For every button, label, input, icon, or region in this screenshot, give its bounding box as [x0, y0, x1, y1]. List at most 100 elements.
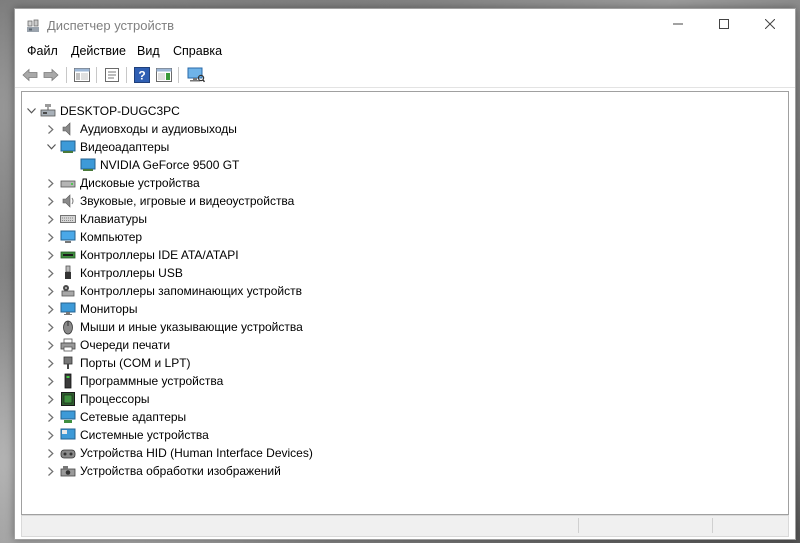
menu-bar: Файл Действие Вид Справка: [15, 42, 795, 62]
chevron-down-icon[interactable]: [44, 140, 58, 154]
action-pane-icon: [156, 68, 172, 82]
back-button[interactable]: [21, 66, 39, 84]
chevron-right-icon[interactable]: [44, 266, 58, 280]
toolbar: ?: [15, 63, 795, 88]
menu-help[interactable]: Справка: [171, 44, 224, 58]
tree-category-storage-controllers[interactable]: Контроллеры запоминающих устройств: [44, 282, 302, 300]
chevron-right-icon[interactable]: [44, 302, 58, 316]
help-button[interactable]: ?: [133, 66, 151, 84]
tree-category-network-adapters[interactable]: Сетевые адаптеры: [44, 408, 186, 426]
window-title: Диспетчер устройств: [47, 18, 175, 33]
properties-button[interactable]: [103, 66, 121, 84]
minimize-button[interactable]: [655, 9, 701, 39]
tree-category-disk-drives[interactable]: Дисковые устройства: [44, 174, 200, 192]
chevron-right-icon[interactable]: [44, 392, 58, 406]
tree-category-ports[interactable]: Порты (COM и LPT): [44, 354, 191, 372]
toolbar-separator: [178, 67, 179, 83]
computer-name-label: DESKTOP-DUGC3PC: [60, 104, 180, 118]
display-adapter-icon: [80, 157, 96, 173]
category-label: Клавиатуры: [80, 212, 147, 226]
tree-category-print-queues[interactable]: Очереди печати: [44, 336, 170, 354]
device-tree[interactable]: DESKTOP-DUGC3PC Аудиовходы и аудиовыходы…: [21, 91, 789, 515]
chevron-right-icon[interactable]: [44, 464, 58, 478]
category-label: Компьютер: [80, 230, 143, 244]
chevron-right-icon[interactable]: [44, 284, 58, 298]
category-label: Контроллеры IDE ATA/ATAPI: [80, 248, 239, 262]
keyboard-icon: [60, 211, 76, 227]
software-device-icon: [60, 373, 76, 389]
chevron-right-icon[interactable]: [44, 176, 58, 190]
status-bar-divider: [712, 518, 713, 533]
usb-icon: [60, 265, 76, 281]
tree-category-mice[interactable]: Мыши и иные указывающие устройства: [44, 318, 303, 336]
tree-category-computer[interactable]: Компьютер: [44, 228, 142, 246]
mouse-icon: [60, 319, 76, 335]
show-hide-console-tree-icon: [74, 68, 90, 82]
scan-hardware-button[interactable]: [187, 66, 205, 84]
maximize-button[interactable]: [701, 9, 747, 39]
menu-file[interactable]: Файл: [25, 44, 60, 58]
properties-icon: [105, 68, 119, 82]
tree-category-system-devices[interactable]: Системные устройства: [44, 426, 209, 444]
chevron-down-icon[interactable]: [24, 104, 38, 118]
monitor-icon: [60, 301, 76, 317]
chevron-right-icon[interactable]: [44, 428, 58, 442]
category-label: Системные устройства: [80, 428, 209, 442]
tree-device-nvidia-geforce[interactable]: NVIDIA GeForce 9500 GT: [64, 156, 239, 174]
show-hide-console-tree-button[interactable]: [73, 66, 91, 84]
tree-root-row[interactable]: DESKTOP-DUGC3PC: [24, 102, 180, 120]
device-manager-app-icon: [25, 18, 41, 34]
chevron-right-icon[interactable]: [44, 248, 58, 262]
menu-action[interactable]: Действие: [69, 44, 128, 58]
menu-view[interactable]: Вид: [135, 44, 162, 58]
display-adapter-icon: [60, 139, 76, 155]
tree-category-imaging-devices[interactable]: Устройства обработки изображений: [44, 462, 281, 480]
category-label: Программные устройства: [80, 374, 224, 388]
chevron-right-icon[interactable]: [44, 194, 58, 208]
device-manager-window: Диспетчер устройств Файл Действие Вид Сп…: [14, 8, 796, 540]
chevron-right-icon[interactable]: [44, 446, 58, 460]
chevron-right-icon[interactable]: [44, 338, 58, 352]
tree-category-processors[interactable]: Процессоры: [44, 390, 150, 408]
chevron-right-icon[interactable]: [44, 410, 58, 424]
tree-category-hid[interactable]: Устройства HID (Human Interface Devices): [44, 444, 313, 462]
tree-category-usb-controllers[interactable]: Контроллеры USB: [44, 264, 183, 282]
minimize-icon: [673, 23, 683, 25]
close-icon: [765, 19, 775, 29]
chevron-right-icon[interactable]: [44, 212, 58, 226]
toolbar-separator: [96, 67, 97, 83]
imaging-device-icon: [60, 463, 76, 479]
chevron-right-icon[interactable]: [44, 356, 58, 370]
category-label: Устройства обработки изображений: [80, 464, 281, 478]
tree-category-software-devices[interactable]: Программные устройства: [44, 372, 223, 390]
tree-category-audio-io[interactable]: Аудиовходы и аудиовыходы: [44, 120, 237, 138]
chevron-right-icon[interactable]: [44, 122, 58, 136]
status-bar: [21, 515, 789, 537]
category-label: Видеоадаптеры: [80, 140, 170, 154]
tree-category-keyboards[interactable]: Клавиатуры: [44, 210, 147, 228]
chevron-right-icon[interactable]: [44, 230, 58, 244]
tree-category-ide-controllers[interactable]: Контроллеры IDE ATA/ATAPI: [44, 246, 239, 264]
status-bar-divider: [578, 518, 579, 533]
category-label: Контроллеры USB: [80, 266, 183, 280]
chevron-right-icon[interactable]: [44, 374, 58, 388]
category-label: Порты (COM и LPT): [80, 356, 191, 370]
chevron-right-icon[interactable]: [44, 320, 58, 334]
network-adapter-icon: [60, 409, 76, 425]
category-label: Контроллеры запоминающих устройств: [80, 284, 302, 298]
close-button[interactable]: [747, 9, 793, 39]
category-label: Аудиовходы и аудиовыходы: [80, 122, 237, 136]
tree-category-display-adapters[interactable]: Видеоадаптеры: [44, 138, 169, 156]
sound-icon: [60, 193, 76, 209]
disk-drive-icon: [60, 175, 76, 191]
forward-button[interactable]: [42, 66, 60, 84]
action-pane-button[interactable]: [155, 66, 173, 84]
printer-icon: [60, 337, 76, 353]
title-bar[interactable]: Диспетчер устройств: [15, 9, 795, 41]
category-label: Мыши и иные указывающие устройства: [80, 320, 303, 334]
tree-category-monitors[interactable]: Мониторы: [44, 300, 137, 318]
processor-icon: [60, 391, 76, 407]
toolbar-separator: [66, 67, 67, 83]
tree-category-sound[interactable]: Звуковые, игровые и видеоустройства: [44, 192, 294, 210]
